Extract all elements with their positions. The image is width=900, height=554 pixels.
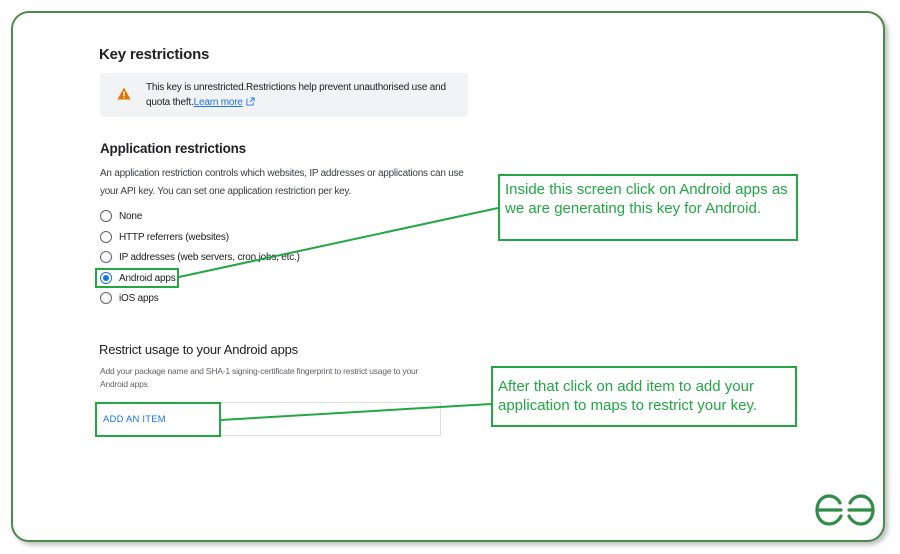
callout-android-apps: Inside this screen click on Android apps… bbox=[498, 174, 798, 241]
application-restrictions-heading: Application restrictions bbox=[100, 141, 246, 156]
radio-option-ip-addresses[interactable]: IP addresses (web servers, cron jobs, et… bbox=[100, 249, 300, 265]
radio-button[interactable] bbox=[100, 292, 112, 304]
key-restrictions-heading: Key restrictions bbox=[99, 46, 210, 63]
radio-option-none[interactable]: None bbox=[100, 208, 142, 224]
android-restriction-description: Add your package name and SHA-1 signing-… bbox=[100, 366, 419, 389]
radio-label: None bbox=[119, 210, 143, 222]
radio-button[interactable] bbox=[100, 231, 112, 243]
learn-more-link[interactable]: Learn more bbox=[194, 97, 255, 108]
callout-add-item: After that click on add item to add your… bbox=[491, 366, 797, 427]
unrestricted-warning-banner: This key is unrestricted.Restrictions he… bbox=[100, 73, 468, 117]
radio-button[interactable] bbox=[100, 251, 112, 263]
gfg-logo bbox=[815, 494, 875, 526]
radio-label: iOS apps bbox=[119, 292, 159, 304]
radio-option-http-referrers[interactable]: HTTP referrers (websites) bbox=[100, 229, 229, 245]
external-link-icon bbox=[246, 97, 255, 106]
radio-button[interactable] bbox=[100, 210, 112, 222]
add-an-item-button[interactable]: ADD AN ITEM bbox=[95, 402, 221, 437]
application-restrictions-description: An application restriction controls whic… bbox=[100, 168, 464, 197]
android-restriction-heading: Restrict usage to your Android apps bbox=[99, 342, 298, 357]
android-apps-highlight bbox=[95, 268, 179, 288]
radio-option-ios-apps[interactable]: iOS apps bbox=[100, 290, 159, 306]
radio-label: HTTP referrers (websites) bbox=[119, 231, 229, 243]
warning-text: This key is unrestricted.Restrictions he… bbox=[146, 82, 446, 108]
warning-icon bbox=[117, 87, 131, 100]
radio-label: IP addresses (web servers, cron jobs, et… bbox=[119, 251, 300, 263]
warning-message: This key is unrestricted.Restrictions he… bbox=[146, 80, 456, 110]
